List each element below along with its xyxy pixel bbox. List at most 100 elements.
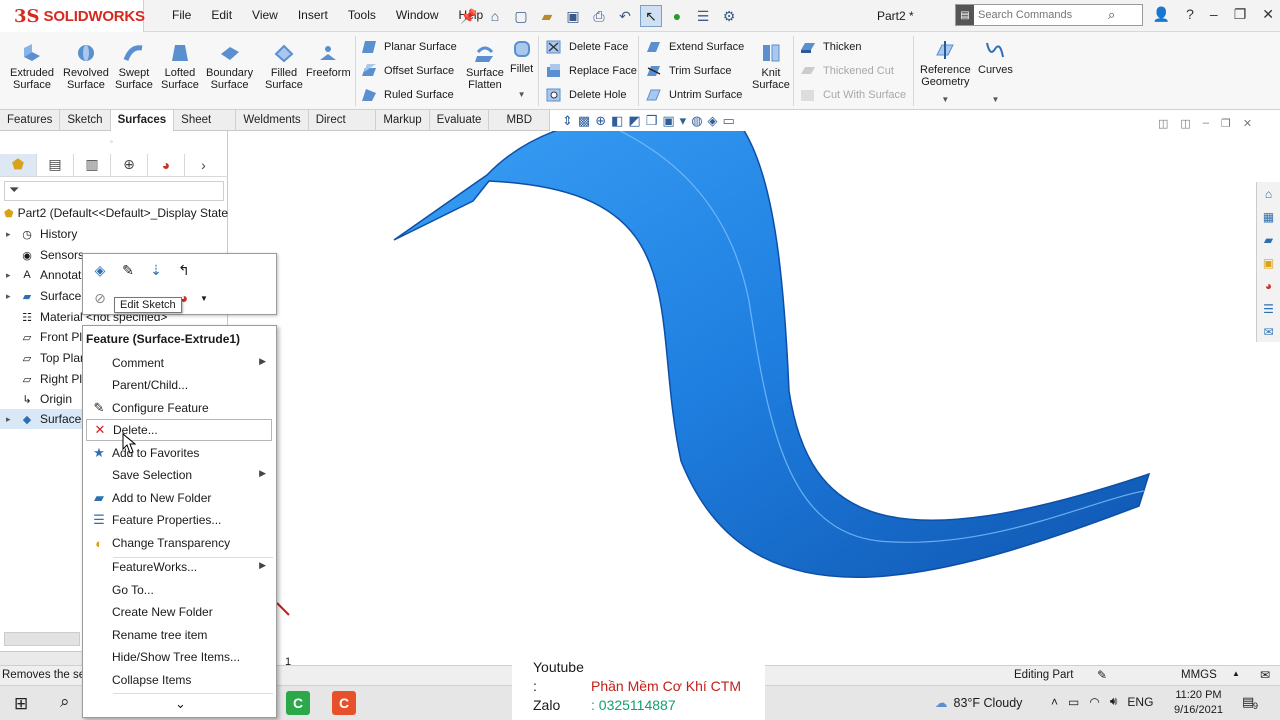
search-mode-icon[interactable]: ▤ (956, 5, 974, 25)
options-gear-icon[interactable]: ⚙ (718, 5, 740, 27)
expand-icon[interactable]: ▸ (6, 270, 18, 281)
tab-markup[interactable]: Markup (376, 110, 430, 131)
custom-properties-icon[interactable]: ☰ (1259, 299, 1279, 319)
menu-tools[interactable]: Tools (338, 8, 386, 22)
fillet-button[interactable]: Fillet ▼ (510, 38, 533, 101)
panel-right-icon[interactable]: ◫ (1180, 117, 1190, 130)
trim-surface-button[interactable]: Trim Surface (645, 61, 732, 81)
menu-item-parent-child[interactable]: Parent/Child... (86, 374, 272, 396)
surface-extrude1-model[interactable] (229, 131, 1255, 665)
search-input[interactable] (978, 9, 1108, 21)
undo-icon[interactable]: ↶ (614, 5, 636, 27)
camtasia-recorder-icon[interactable]: C (286, 691, 310, 715)
feature-manager-tab-icon[interactable]: ⬟ (0, 153, 37, 176)
weather-widget[interactable]: ☁ 83°F Cloudy (935, 695, 1022, 711)
menu-window[interactable]: Window (386, 8, 449, 22)
dynamic-annotation-icon[interactable]: ◩ (628, 113, 640, 129)
thicken-button[interactable]: Thicken (799, 37, 862, 57)
thickened-cut-button[interactable]: Thickened Cut (799, 61, 894, 81)
tree-root-part[interactable]: ⬟ Part2 (Default<<Default>_Display State (0, 203, 228, 223)
view-orientation-icon[interactable]: ❒ (646, 113, 658, 129)
viewport-restore-icon[interactable]: ❐ (1221, 117, 1231, 130)
offset-surface-button[interactable]: Offset Surface (360, 61, 454, 81)
swept-surface-button[interactable]: Swept Surface (115, 42, 153, 91)
extend-surface-button[interactable]: Extend Surface (645, 37, 744, 57)
menu-item-collapse-items[interactable]: Collapse Items (86, 669, 272, 691)
wifi-icon[interactable]: ◠ (1089, 695, 1099, 709)
forum-icon[interactable]: ✉ (1259, 322, 1279, 342)
new-document-icon[interactable]: ▢ (510, 5, 532, 27)
taskbar-clock[interactable]: 11:20 PM 9/16/2021 (1174, 688, 1223, 718)
revolved-surface-button[interactable]: Revolved Surface (63, 42, 109, 91)
panel-grip-icon[interactable]: ◦ (110, 137, 113, 146)
restore-icon[interactable]: ❐ (1234, 6, 1247, 23)
hide-show-items-icon[interactable]: ▾ (680, 113, 687, 129)
user-icon[interactable]: 👤 (1153, 6, 1170, 23)
apply-scene-icon[interactable]: ◈ (708, 113, 718, 129)
menu-item-go-to[interactable]: Go To... (86, 579, 272, 601)
tab-sketch[interactable]: Sketch (60, 110, 111, 131)
tab-features[interactable]: Features (0, 110, 61, 131)
select-arrow-icon[interactable]: ↖ (640, 5, 662, 27)
delete-face-button[interactable]: Delete Face (545, 37, 628, 57)
curves-dropdown-icon[interactable]: ▼ (991, 94, 999, 106)
horizontal-scrollbar[interactable] (4, 632, 80, 646)
menu-item-featureworks[interactable]: FeatureWorks... ▶ (86, 556, 272, 578)
search-icon[interactable]: ⌕ (1108, 7, 1115, 23)
menu-item-feature-properties[interactable]: ☰ Feature Properties... (86, 509, 272, 531)
edit-feature-icon[interactable]: ◈ (89, 259, 111, 281)
menu-item-hide-show-tree-items[interactable]: Hide/Show Tree Items... (86, 646, 272, 668)
rollback-icon[interactable]: ⇣ (145, 259, 167, 281)
display-style-icon[interactable]: ▣ (662, 113, 674, 129)
view-settings-icon[interactable]: ▭ (723, 113, 735, 129)
unit-system[interactable]: MMGS (1181, 669, 1217, 681)
ruled-surface-button[interactable]: Ruled Surface (360, 85, 454, 105)
file-explorer-icon[interactable]: ▰ (1259, 230, 1279, 250)
tab-sheet-metal[interactable]: Sheet Metal (174, 110, 237, 146)
show-hidden-icons-icon[interactable]: ˄ (1051, 695, 1058, 709)
appearance-dropdown-icon[interactable]: ▼ (193, 287, 215, 309)
previous-view-icon[interactable]: ⊕ (595, 113, 606, 129)
tree-filter[interactable]: ⏷ (4, 181, 224, 201)
tree-item-history[interactable]: ▸ ◷ History (0, 224, 228, 244)
lofted-surface-button[interactable]: Lofted Surface (161, 42, 199, 91)
solidworks-resources-icon[interactable]: ⌂ (1259, 184, 1279, 204)
viewport-close-icon[interactable]: ✕ (1243, 117, 1252, 130)
freeform-button[interactable]: Freeform (306, 42, 351, 79)
pin-icon[interactable]: 📌 (458, 5, 480, 27)
tab-surfaces[interactable]: Surfaces (110, 110, 175, 131)
menu-item-save-selection[interactable]: Save Selection ▶ (86, 464, 272, 486)
fillet-dropdown-icon[interactable]: ▼ (518, 89, 526, 101)
extruded-surface-button[interactable]: Extruded Surface (10, 42, 54, 91)
hide-icon[interactable]: ⊘ (89, 287, 111, 309)
filled-surface-button[interactable]: Filled Surface (265, 42, 303, 91)
tabs-expand-icon[interactable]: › (185, 154, 222, 176)
close-icon[interactable]: ✕ (1262, 6, 1274, 23)
tab-weldments[interactable]: Weldments (236, 110, 309, 131)
surface-flatten-button[interactable]: Surface Flatten (466, 42, 504, 91)
menu-item-change-transparency[interactable]: ◐ Change Transparency (86, 532, 272, 554)
planar-surface-button[interactable]: Planar Surface (360, 37, 457, 57)
print-icon[interactable]: ⎙ (588, 5, 610, 27)
undo-arrow-icon[interactable]: ↰ (173, 259, 195, 281)
menu-item-rename-tree-item[interactable]: Rename tree item (86, 624, 272, 646)
graphics-area[interactable] (229, 131, 1255, 665)
expand-icon[interactable]: ▸ (6, 229, 18, 240)
menu-item-create-new-folder[interactable]: Create New Folder (86, 601, 272, 623)
edit-appearance-icon[interactable]: ◍ (691, 113, 702, 129)
section-view-icon[interactable]: ◧ (611, 113, 623, 129)
menu-edit[interactable]: Edit (201, 8, 242, 22)
appearances-icon[interactable]: ◕ (1259, 276, 1279, 296)
rebuild-icon[interactable]: ● (666, 5, 688, 27)
open-folder-icon[interactable]: ▰ (536, 5, 558, 27)
file-properties-icon[interactable]: ☰ (692, 5, 714, 27)
configuration-manager-tab-icon[interactable]: ▥ (74, 153, 111, 176)
solidworks-logo[interactable]: 3S SOLIDWORKS (0, 0, 145, 32)
menu-view[interactable]: View (242, 8, 288, 22)
curves-button[interactable]: Curves ▼ (978, 39, 1013, 106)
zoom-to-fit-icon[interactable]: ⇕ (562, 113, 573, 129)
expand-icon[interactable]: ▸ (6, 414, 18, 425)
viewport-minimize-icon[interactable]: – (1203, 117, 1209, 130)
minimize-icon[interactable]: – (1210, 6, 1218, 23)
menu-item-add-to-new-folder[interactable]: ▰ Add to New Folder (86, 487, 272, 509)
